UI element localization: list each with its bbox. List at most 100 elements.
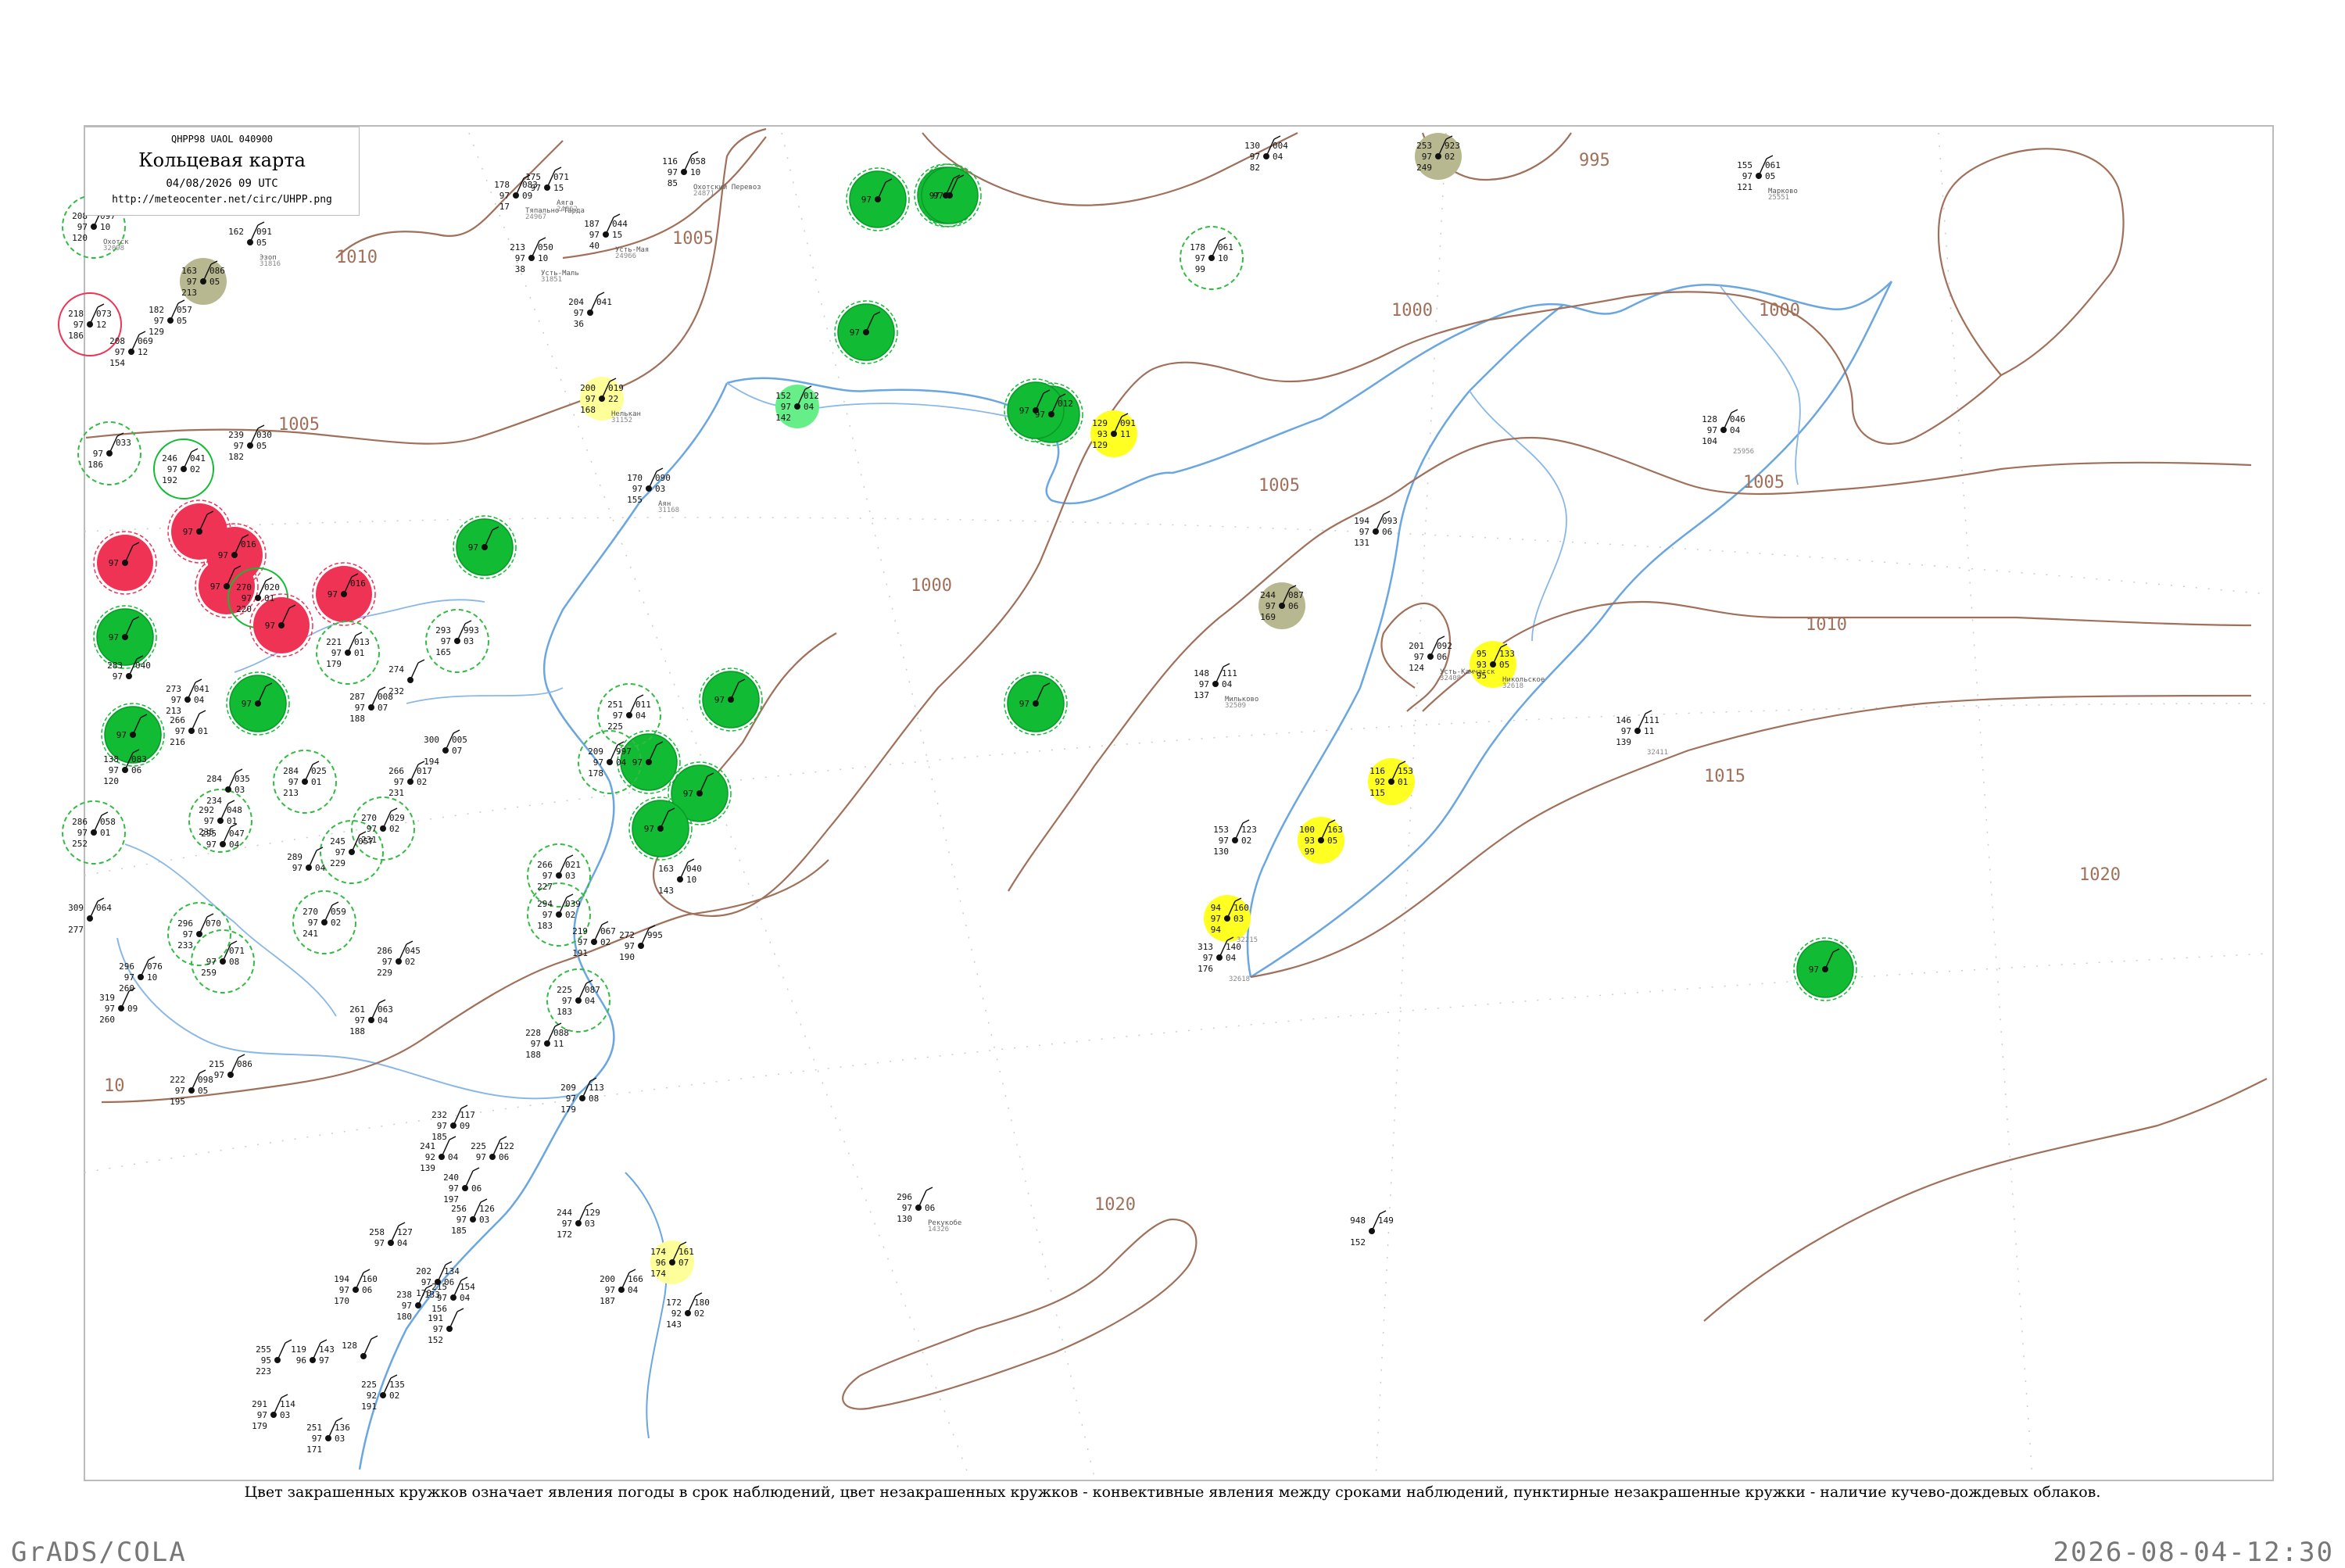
pressure-tendency: 04	[628, 1285, 639, 1295]
station-plot[interactable]: 21997191 06702	[572, 921, 616, 958]
station-plot[interactable]: 97259 07108	[201, 940, 245, 978]
station-plot[interactable]: 11996 14397	[291, 1339, 335, 1366]
station-plot[interactable]: 300 194 00507	[424, 729, 467, 767]
station-plot[interactable]: 19497170 16006	[334, 1269, 378, 1306]
wind-barb-feather	[617, 741, 625, 746]
station-plot[interactable]: 12897104 04604 25956	[1702, 409, 1754, 456]
station-plot[interactable]: 162 0910531816Эзоп	[228, 221, 281, 268]
station-plot[interactable]: 1829712905705	[149, 299, 192, 337]
humidity: 97	[605, 1285, 615, 1295]
station-plot[interactable]: 11697850581024871Охотский Перевоз	[662, 151, 761, 198]
station-plot[interactable]: 163 143 04010	[658, 858, 702, 896]
station-plot[interactable]: 1309782 00404	[1244, 135, 1288, 173]
humidity: 97	[1019, 406, 1029, 416]
station-plot[interactable]: 29697233 070	[177, 913, 221, 950]
temperature: 273	[166, 684, 181, 694]
station-plot[interactable]: 26197188 06304	[349, 999, 393, 1036]
station-plot[interactable]: 22597 12206	[471, 1136, 514, 1162]
station-plot[interactable]: 15397130 12302	[1213, 819, 1257, 857]
dewpoint: 186	[88, 460, 103, 470]
station-plot[interactable]: 25595223	[256, 1339, 292, 1376]
station-plot[interactable]: 148971371110432509Мильково	[1194, 663, 1258, 710]
station-plot[interactable]: 26697231 01702	[388, 761, 432, 798]
station-plot[interactable]: 274 232	[388, 659, 425, 696]
humidity: 97	[562, 1219, 572, 1229]
station-plot[interactable]: 29197179 11403	[252, 1394, 295, 1431]
station-plot[interactable]: 19497131 09306	[1354, 510, 1398, 548]
station-plot[interactable]: 22297195 09805	[170, 1069, 213, 1107]
station-plot[interactable]: 28497213 02501	[283, 761, 327, 798]
station-plot[interactable]: 2049736 041	[568, 292, 612, 329]
dewpoint: 225	[607, 721, 623, 732]
pressure: 069	[138, 336, 153, 346]
humidity: 97	[1359, 527, 1369, 537]
pressure: 923	[1445, 141, 1460, 151]
dewpoint: 99	[1195, 264, 1205, 274]
station-plot[interactable]: 29397165 99303	[435, 620, 479, 657]
station-plot[interactable]: 17292143 18002	[666, 1292, 710, 1330]
temperature: 296	[119, 961, 134, 972]
map-url[interactable]: http://meteocenter.net/circ/UHPP.png	[85, 194, 359, 206]
station-plot[interactable]: 26697216 01	[170, 710, 208, 747]
temperature: 219	[572, 926, 588, 936]
station-plot[interactable]: 21397380501031851Усть-Маль	[510, 237, 579, 284]
station-plot[interactable]: 128	[342, 1335, 378, 1359]
station-plot[interactable]: 2739721304104	[166, 678, 209, 716]
temperature: 225	[471, 1141, 486, 1151]
station-plot[interactable]: 296971300614326Рекукобе	[897, 1187, 961, 1233]
temperature: 261	[349, 1004, 365, 1015]
wind-barb-feather	[417, 659, 425, 664]
station-plot[interactable]: 2329718511709	[431, 1104, 475, 1142]
station-plot[interactable]: 25197225 01104	[607, 694, 651, 732]
station-plot[interactable]: 170971550900331168Аян	[627, 467, 679, 514]
wind-barb-feather	[601, 921, 609, 925]
station-plot[interactable]: 24497172 12903	[557, 1202, 600, 1240]
station-plot[interactable]: 27097241 05902	[303, 901, 346, 939]
station-plot[interactable]: 19197152	[428, 1308, 464, 1345]
humidity: 97	[515, 253, 525, 263]
station-plot[interactable]: 200971680192231152Нелькан	[580, 378, 641, 424]
station-plot[interactable]: 28997 04	[287, 847, 326, 873]
station-plot[interactable]: 22597183 08704	[557, 979, 600, 1017]
station-plot[interactable]: 2409719706	[443, 1167, 482, 1205]
station-plot[interactable]: 309 277 064	[68, 897, 112, 935]
dewpoint: 120	[103, 776, 119, 786]
station-plot[interactable]: 26697227 02103	[537, 854, 581, 892]
station-plot[interactable]: 25897 12704	[369, 1222, 413, 1248]
station-name: Марково	[1768, 188, 1798, 195]
station-plot[interactable]: 24597229 057	[330, 831, 374, 868]
station-plot[interactable]: 20897154 06912	[109, 331, 153, 368]
station-plot[interactable]: 24697192 04102	[162, 448, 206, 485]
pressure: 090	[655, 473, 671, 483]
station-plot[interactable]: 20997179 11308	[560, 1077, 604, 1115]
pressure-tendency: 04	[315, 863, 326, 873]
humidity: 97	[468, 542, 478, 553]
station-plot[interactable]: 21897186 07312	[68, 303, 112, 341]
station-plot[interactable]: 25197171 13603	[306, 1417, 350, 1455]
temperature: 222	[170, 1075, 185, 1085]
pressure: 098	[198, 1075, 213, 1085]
station-plot[interactable]: 2879718800807	[349, 686, 393, 724]
station-plot[interactable]: 21597 086	[209, 1054, 252, 1080]
station-plot[interactable]: 22897188 08811	[525, 1022, 569, 1060]
station-plot[interactable]: 24192139 04	[420, 1136, 459, 1173]
temperature: 116	[1369, 766, 1385, 776]
pressure-tendency: 02	[1445, 152, 1455, 162]
humidity: 97	[613, 711, 623, 721]
station-plot[interactable]: 22197179 01301	[326, 632, 370, 669]
station-plot[interactable]: 20097187 16604	[600, 1269, 643, 1306]
station-plot[interactable]: 97186 033	[88, 432, 131, 470]
station-plot[interactable]: 31997260 09	[99, 987, 138, 1025]
pressure-tendency: 06	[1288, 601, 1298, 611]
station-plot[interactable]: 28697252 05801	[72, 811, 116, 849]
river-2	[1469, 390, 1567, 642]
temperature: 283	[107, 660, 123, 671]
station-plot[interactable]: 1789799 06110	[1190, 237, 1233, 274]
humidity: 97	[861, 195, 872, 205]
station-plot[interactable]: 14697139 11111 32411	[1616, 710, 1668, 757]
temperature: 319	[99, 993, 115, 1003]
pressure: 071	[553, 172, 569, 182]
station-plot[interactable]: 155971210610525551Марково	[1737, 155, 1798, 202]
station-plot[interactable]: 948 152 149	[1350, 1210, 1394, 1248]
station-plot[interactable]: 28697229 04502	[377, 940, 421, 978]
